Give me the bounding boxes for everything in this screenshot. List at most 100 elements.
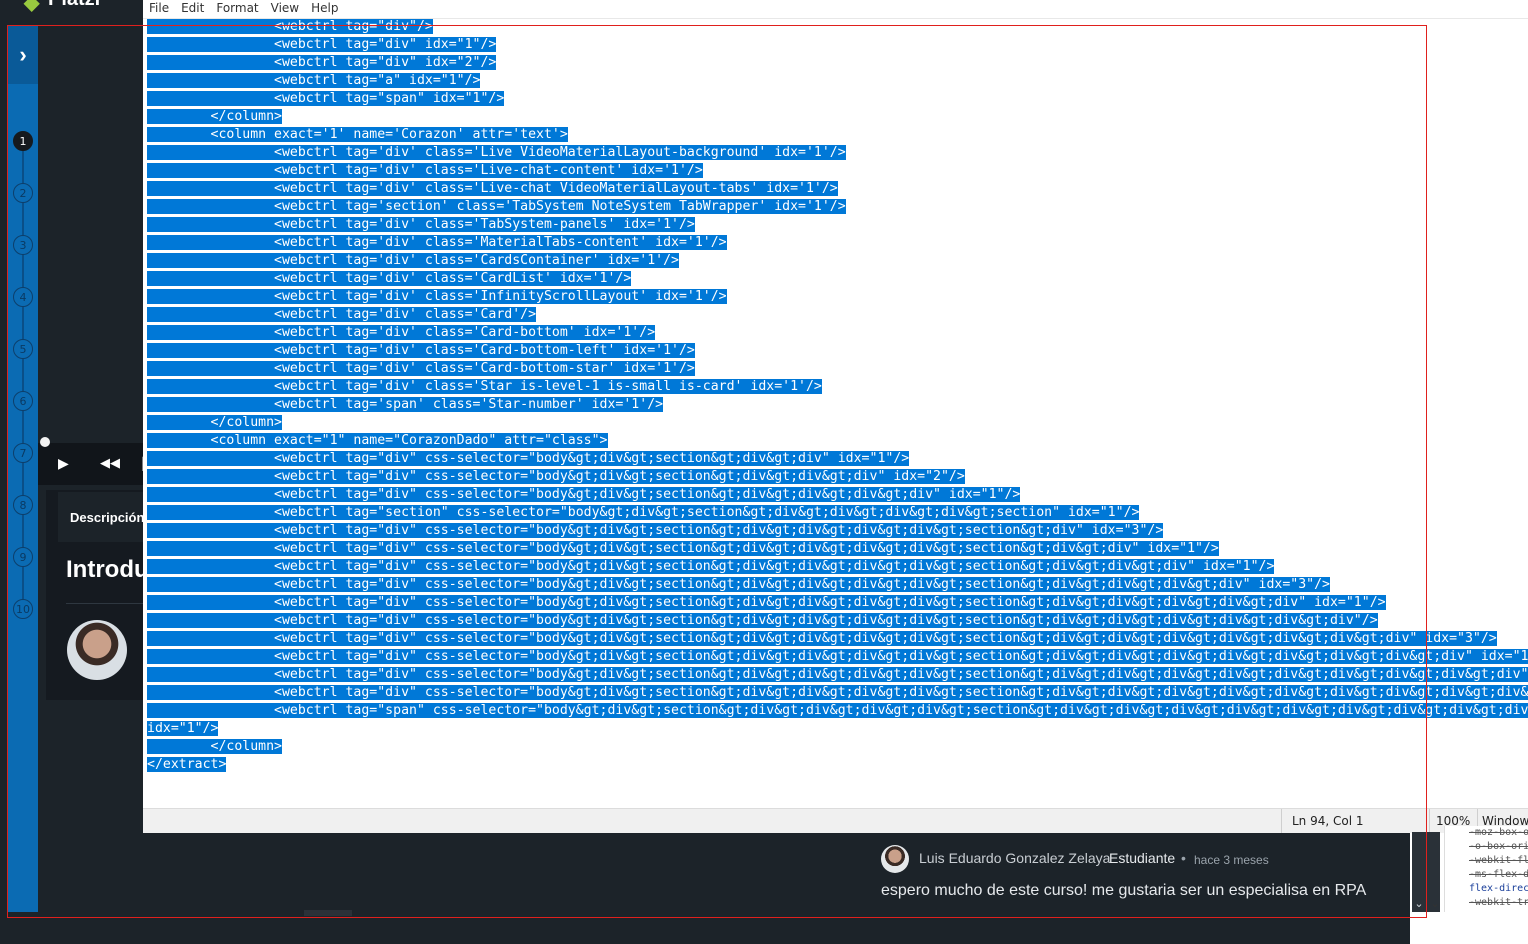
video-player-controls	[38, 443, 145, 485]
comment-separator: •	[1181, 850, 1186, 866]
step-3[interactable]: 3	[13, 235, 33, 255]
code-line-text: <column exact='1' name='Corazon' attr='t…	[147, 127, 568, 142]
comment-avatar[interactable]	[881, 845, 909, 873]
code-line-text: <webctrl tag="div" idx="1"/>	[147, 37, 497, 52]
code-line: <webctrl tag='div' class='Live-chat-cont…	[147, 162, 703, 180]
code-line: <webctrl tag='div' class='Star is-level-…	[147, 378, 822, 396]
rewind-icon[interactable]: ◀◀	[100, 456, 120, 472]
course-title: Introdu	[66, 556, 146, 583]
comment-text: espero mucho de este curso! me gustaria …	[881, 882, 1367, 899]
code-line-text: </column>	[147, 415, 282, 430]
code-line-text: <webctrl tag='div' class='CardList' idx=…	[147, 271, 632, 286]
code-line-text: </column>	[147, 739, 282, 754]
teacher-avatar	[67, 620, 127, 680]
comment-author[interactable]: Luis Eduardo Gonzalez Zelaya	[919, 850, 1110, 866]
bottom-scroll-thumb[interactable]	[304, 910, 352, 916]
chevron-down-icon[interactable]: ⌄	[1428, 896, 1442, 912]
code-line-text: <webctrl tag="span" idx="1"/>	[147, 91, 505, 106]
code-line: <webctrl tag='div' class='Card-bottom' i…	[147, 324, 656, 342]
code-line-text: <webctrl tag='div' class='Live-chat Vide…	[147, 181, 838, 196]
comment-role: Estudiante	[1109, 850, 1176, 866]
code-line-text: <webctrl tag="div"/>	[147, 19, 433, 34]
code-line: idx="1"/>	[147, 720, 219, 738]
css-property: -webkit-fl	[1469, 855, 1528, 866]
code-line-text: <webctrl tag='span' class='Star-number' …	[147, 397, 664, 412]
code-line: <webctrl tag='div' class='MaterialTabs-c…	[147, 234, 727, 252]
code-line: <webctrl tag="div"/>	[147, 18, 433, 36]
menu-file[interactable]: File	[143, 0, 175, 16]
code-line: </column>	[147, 108, 282, 126]
code-line-text: <webctrl tag='div' class='TabSystem-pane…	[147, 217, 695, 232]
sidebar-toggle-button[interactable]: ›	[8, 26, 38, 84]
divider	[66, 603, 146, 604]
code-line-text: <webctrl tag="a" idx="1"/>	[147, 73, 481, 88]
step-8[interactable]: 8	[13, 495, 33, 515]
code-line-text: <webctrl tag='section' class='TabSystem …	[147, 199, 846, 214]
code-line-text: <webctrl tag='div' class='Live VideoMate…	[147, 145, 846, 160]
code-line-text: <webctrl tag="div" idx="2"/>	[147, 55, 497, 70]
code-line-text: <webctrl tag="div" css-selector="body&gt…	[147, 667, 1528, 682]
step-2[interactable]: 2	[13, 183, 33, 203]
code-line-text: <webctrl tag="div" css-selector="body&gt…	[147, 523, 1164, 538]
code-line: <webctrl tag='section' class='TabSystem …	[147, 198, 846, 216]
menu-edit[interactable]: Edit	[175, 0, 210, 16]
devtools-css-pane: -moz-box-o -o-box-ori -webkit-fl -ms-flex-d…	[1444, 826, 1528, 912]
code-line: <webctrl tag="div" css-selector="body&gt…	[147, 648, 1528, 666]
code-line-text: <webctrl tag="div" css-selector="body&gt…	[147, 487, 1021, 502]
chevron-down-icon[interactable]: ⌄	[1412, 896, 1426, 912]
code-line-text: <webctrl tag="div" css-selector="body&gt…	[147, 451, 910, 466]
code-line: <webctrl tag="div" css-selector="body&gt…	[147, 450, 910, 468]
code-line: <webctrl tag="span" idx="1"/>	[147, 90, 505, 108]
code-line: <webctrl tag="a" idx="1"/>	[147, 72, 481, 90]
css-property: flex-direc	[1469, 883, 1528, 894]
menu-help[interactable]: Help	[305, 0, 344, 16]
code-line: <webctrl tag='div' class='Card'/>	[147, 306, 537, 324]
code-line-text: <webctrl tag='div' class='MaterialTabs-c…	[147, 235, 727, 250]
code-line: <webctrl tag='div' class='Live-chat Vide…	[147, 180, 838, 198]
code-line-text: <webctrl tag="div" css-selector="body&gt…	[147, 631, 1497, 646]
code-line-text: <webctrl tag="div" css-selector="body&gt…	[147, 559, 1275, 574]
platzi-header: ◆ Platzi	[0, 0, 145, 22]
code-line: <webctrl tag="section" css-selector="bod…	[147, 504, 1140, 522]
code-line-text: <column exact="1" name="CorazonDado" att…	[147, 433, 608, 448]
code-line-text: <webctrl tag='div' class='InfinityScroll…	[147, 289, 727, 304]
code-line: <webctrl tag='div' class='CardList' idx=…	[147, 270, 632, 288]
step-7[interactable]: 7	[13, 443, 33, 463]
code-line: </column>	[147, 414, 282, 432]
code-line: <webctrl tag='div' class='InfinityScroll…	[147, 288, 727, 306]
css-property: -webkit-tr	[1469, 897, 1528, 908]
platzi-logo[interactable]: ◆ Platzi	[24, 0, 124, 14]
cursor-position: Ln 94, Col 1	[1281, 809, 1429, 833]
code-line: <webctrl tag='span' class='Star-number' …	[147, 396, 664, 414]
code-line-text: <webctrl tag="span" css-selector="body&g…	[147, 703, 1528, 718]
platzi-logo-icon: ◆	[24, 0, 40, 14]
step-1[interactable]: 1	[13, 131, 33, 151]
video-progress-handle[interactable]	[40, 437, 50, 447]
menu-view[interactable]: View	[265, 0, 305, 16]
step-10[interactable]: 10	[13, 599, 33, 619]
code-line: <webctrl tag='div' class='Card-bottom-le…	[147, 342, 695, 360]
code-line: <webctrl tag="div" css-selector="body&gt…	[147, 540, 1219, 558]
notepad-text-area[interactable]: <webctrl tag="div"/> <webctrl tag="div" …	[147, 18, 1528, 808]
code-line-text: <webctrl tag='div' class='Live-chat-cont…	[147, 163, 703, 178]
step-9[interactable]: 9	[13, 547, 33, 567]
tab-description[interactable]: Descripción	[58, 492, 146, 542]
code-line-text: <webctrl tag="div" css-selector="body&gt…	[147, 595, 1386, 610]
code-line: <webctrl tag="div" idx="2"/>	[147, 54, 497, 72]
code-line-text: <webctrl tag="section" css-selector="bod…	[147, 505, 1140, 520]
step-4[interactable]: 4	[13, 287, 33, 307]
step-6[interactable]: 6	[13, 391, 33, 411]
code-line-text: <webctrl tag='div' class='Star is-level-…	[147, 379, 822, 394]
notepad-window: File Edit Format View Help <webctrl tag="div…	[143, 0, 1528, 833]
play-icon[interactable]: ▶	[58, 456, 72, 472]
step-5[interactable]: 5	[13, 339, 33, 359]
code-line: <webctrl tag="div" css-selector="body&gt…	[147, 522, 1164, 540]
code-line: <webctrl tag="div" idx="1"/>	[147, 36, 497, 54]
code-line: <webctrl tag="span" css-selector="body&g…	[147, 702, 1528, 720]
code-line: <webctrl tag='div' class='Card-bottom-st…	[147, 360, 695, 378]
code-line-text: <webctrl tag='div' class='CardsContainer…	[147, 253, 679, 268]
menu-format[interactable]: Format	[210, 0, 264, 16]
code-line-text: <webctrl tag="div" css-selector="body&gt…	[147, 685, 1528, 700]
code-line-text: <webctrl tag="div" css-selector="body&gt…	[147, 541, 1219, 556]
code-line: <webctrl tag="div" css-selector="body&gt…	[147, 576, 1330, 594]
